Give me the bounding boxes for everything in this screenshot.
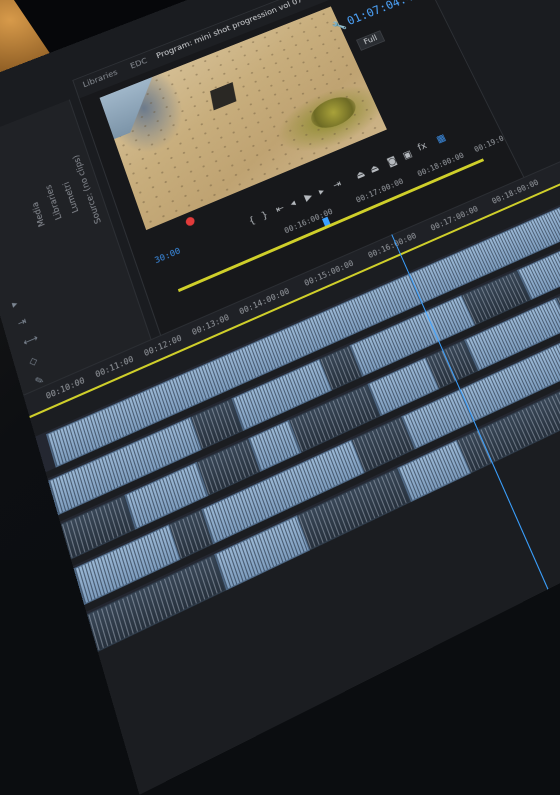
monitor-tick: 00:18:00:00 [416, 151, 466, 179]
track-select-icon[interactable]: ⇥ [17, 316, 30, 330]
tab-media[interactable]: Media [31, 200, 48, 228]
lift-icon[interactable]: ⏏ [354, 169, 366, 182]
selection-tool-icon[interactable]: ▸ [11, 297, 23, 310]
program-timecode[interactable]: 01:07:04:40 [345, 0, 421, 28]
step-back-icon[interactable]: ◂ [289, 198, 297, 210]
premiere-screen: Media Libraries Lumetri Source: (no clip… [0, 0, 560, 795]
go-to-out-icon[interactable]: ⇥ [332, 179, 344, 192]
extract-icon[interactable]: ⏏ [368, 163, 380, 176]
step-forward-icon[interactable]: ▸ [317, 186, 326, 197]
tab-edc[interactable]: EDC [129, 57, 148, 71]
tab-libraries[interactable]: Libraries [82, 68, 119, 89]
go-to-in-icon[interactable]: ⇤ [274, 203, 285, 216]
button-editor-icon[interactable]: ▦ [435, 133, 447, 146]
mark-in-icon[interactable]: { [247, 215, 257, 227]
monitor-tick: 00:17:00:00 [354, 176, 405, 205]
camera-icon[interactable]: ◙ [386, 155, 399, 168]
mark-out-icon[interactable]: } [260, 210, 270, 222]
razor-tool-icon[interactable]: ◇ [28, 355, 41, 369]
monitor-tick: 00:19:0 [472, 134, 506, 154]
ripple-edit-icon[interactable]: ⟷ [22, 333, 39, 350]
tab-libraries-left[interactable]: Libraries [44, 183, 64, 221]
export-frame-icon[interactable]: ▣ [401, 149, 413, 162]
fx-icon[interactable]: fx [416, 141, 428, 154]
record-icon[interactable] [184, 215, 196, 228]
tab-lumetri[interactable]: Lumetri [62, 180, 81, 214]
tab-source[interactable]: Source: (no clips) [72, 153, 104, 225]
resolution-select[interactable]: Full [355, 30, 386, 51]
play-icon[interactable]: ▶ [303, 191, 314, 204]
